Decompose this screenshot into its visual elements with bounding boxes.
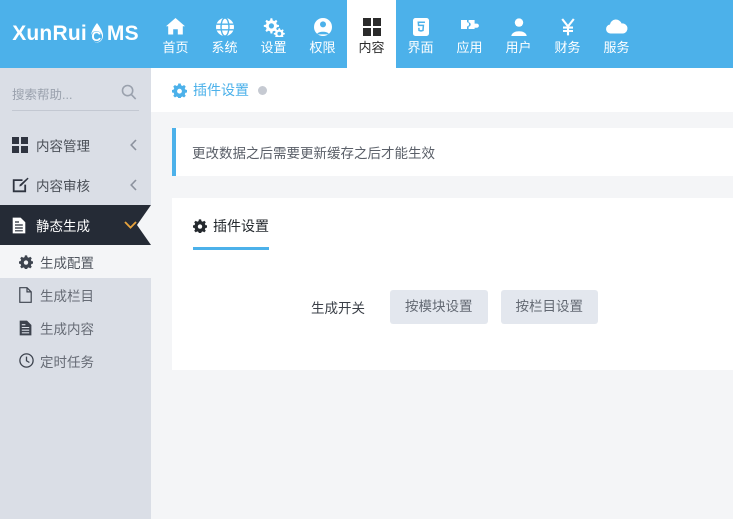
nav-item-system-label: 系统	[211, 40, 238, 55]
tab-plugin-settings[interactable]: 插件设置	[193, 216, 269, 250]
tab-bar: 插件设置	[172, 198, 733, 250]
info-alert-message: 更改数据之后需要更新缓存之后才能生效	[192, 146, 435, 161]
sidebar-item-content-management[interactable]: 内容管理	[0, 125, 151, 165]
main-content: 插件设置 更改数据之后需要更新缓存之后才能生效 插件设置 生成开关 按模块设置	[151, 68, 733, 519]
clock-icon	[19, 353, 39, 368]
gear-icon	[193, 219, 207, 233]
brand-text-before: XunRui	[12, 22, 87, 45]
nav-item-apps-label: 应用	[456, 40, 483, 55]
grid-icon	[12, 137, 34, 153]
html5-icon	[412, 16, 430, 37]
file-o-icon	[19, 286, 39, 303]
chevron-left-icon	[130, 179, 137, 191]
sidebar-subitem-generate-content-label: 生成内容	[40, 321, 94, 337]
cloud-icon	[605, 16, 629, 37]
user-circle-icon	[313, 16, 333, 37]
nav-item-home-label: 首页	[162, 40, 189, 55]
sidebar-subitem-generate-category-label: 生成栏目	[40, 288, 94, 304]
brand-logo[interactable]: XunRui C MS	[0, 0, 151, 68]
svg-text:C: C	[91, 29, 101, 44]
puzzle-icon	[459, 16, 481, 37]
gear-icon	[19, 254, 39, 269]
nav-item-permissions-label: 权限	[309, 40, 336, 55]
grid-icon	[362, 16, 382, 37]
globe-icon	[215, 16, 235, 37]
nav-item-service-label: 服务	[603, 40, 630, 55]
chevron-down-icon	[124, 221, 137, 229]
search-icon[interactable]	[121, 84, 137, 101]
nav-item-settings-label: 设置	[260, 40, 287, 55]
nav-item-interface[interactable]: 界面	[396, 0, 445, 68]
nav-item-settings[interactable]: 设置	[249, 0, 298, 68]
sidebar-submenu-static-generation: 生成配置 生成栏目 生成内容 定时任务	[0, 245, 151, 377]
sidebar: 内容管理 内容审核 静态生成	[0, 68, 151, 519]
gears-icon	[263, 16, 285, 37]
sidebar-subitem-scheduled-task[interactable]: 定时任务	[0, 344, 151, 377]
sidebar-item-content-management-label: 内容管理	[36, 139, 90, 154]
breadcrumb-title: 插件设置	[193, 82, 249, 98]
sidebar-item-content-review-label: 内容审核	[36, 179, 90, 194]
form-row-generate-switch: 生成开关 按模块设置 按栏目设置	[172, 290, 733, 324]
sidebar-search[interactable]	[12, 80, 139, 111]
alert-wrapper: 更改数据之后需要更新缓存之后才能生效	[151, 112, 733, 176]
sidebar-item-content-review[interactable]: 内容审核	[0, 165, 151, 205]
search-input[interactable]	[12, 88, 112, 102]
nav-item-users[interactable]: 用户	[494, 0, 543, 68]
settings-card: 插件设置 生成开关 按模块设置 按栏目设置	[172, 198, 733, 370]
nav-item-interface-label: 界面	[407, 40, 434, 55]
edit-square-icon	[12, 177, 34, 193]
gear-icon	[172, 83, 187, 98]
nav-item-apps[interactable]: 应用	[445, 0, 494, 68]
sidebar-item-static-generation[interactable]: 静态生成	[0, 205, 151, 245]
nav-item-service[interactable]: 服务	[592, 0, 641, 68]
file-text-icon	[12, 217, 34, 234]
nav-item-users-label: 用户	[505, 40, 532, 55]
sidebar-subitem-generate-content[interactable]: 生成内容	[0, 311, 151, 344]
sidebar-subitem-scheduled-task-label: 定时任务	[40, 354, 94, 370]
nav-item-home[interactable]: 首页	[151, 0, 200, 68]
file-text-icon	[19, 320, 39, 336]
set-by-category-button[interactable]: 按栏目设置	[500, 290, 598, 324]
tab-plugin-settings-label: 插件设置	[213, 218, 269, 234]
sidebar-item-static-generation-label: 静态生成	[36, 219, 90, 234]
info-alert: 更改数据之后需要更新缓存之后才能生效	[172, 128, 733, 176]
top-nav-items: 首页 系统 设置 权限 内容 界面 应用 用户 财务 服务	[151, 0, 733, 68]
nav-item-finance-label: 财务	[554, 40, 581, 55]
nav-item-content[interactable]: 内容	[347, 0, 396, 68]
user-icon	[510, 16, 528, 37]
form-label-generate-switch: 生成开关	[311, 300, 365, 316]
sidebar-subitem-generate-config-label: 生成配置	[40, 255, 94, 271]
breadcrumb: 插件设置	[151, 68, 733, 112]
sidebar-subitem-generate-config[interactable]: 生成配置	[0, 245, 151, 278]
nav-item-finance[interactable]: 财务	[543, 0, 592, 68]
top-navigation-bar: XunRui C MS 首页 系统 设置 权限 内容 界面 应用 用户 财务 服…	[0, 0, 733, 68]
set-by-module-button[interactable]: 按模块设置	[390, 290, 488, 324]
nav-item-permissions[interactable]: 权限	[298, 0, 347, 68]
sidebar-subitem-generate-category[interactable]: 生成栏目	[0, 278, 151, 311]
home-icon	[165, 16, 186, 37]
app-root: XunRui C MS 首页 系统 设置 权限 内容 界面 应用 用户 财务 服…	[0, 0, 733, 519]
brand-text-after: MS	[106, 22, 139, 45]
sidebar-menu: 内容管理 内容审核 静态生成 生成配置 生成栏目 生成内容 定时任务	[0, 125, 151, 377]
nav-item-system[interactable]: 系统	[200, 0, 249, 68]
flame-droplet-icon: C	[86, 22, 108, 46]
nav-item-content-label: 内容	[358, 40, 385, 55]
chevron-left-icon	[130, 139, 137, 151]
yen-icon	[559, 16, 577, 37]
status-dot[interactable]	[258, 85, 267, 95]
